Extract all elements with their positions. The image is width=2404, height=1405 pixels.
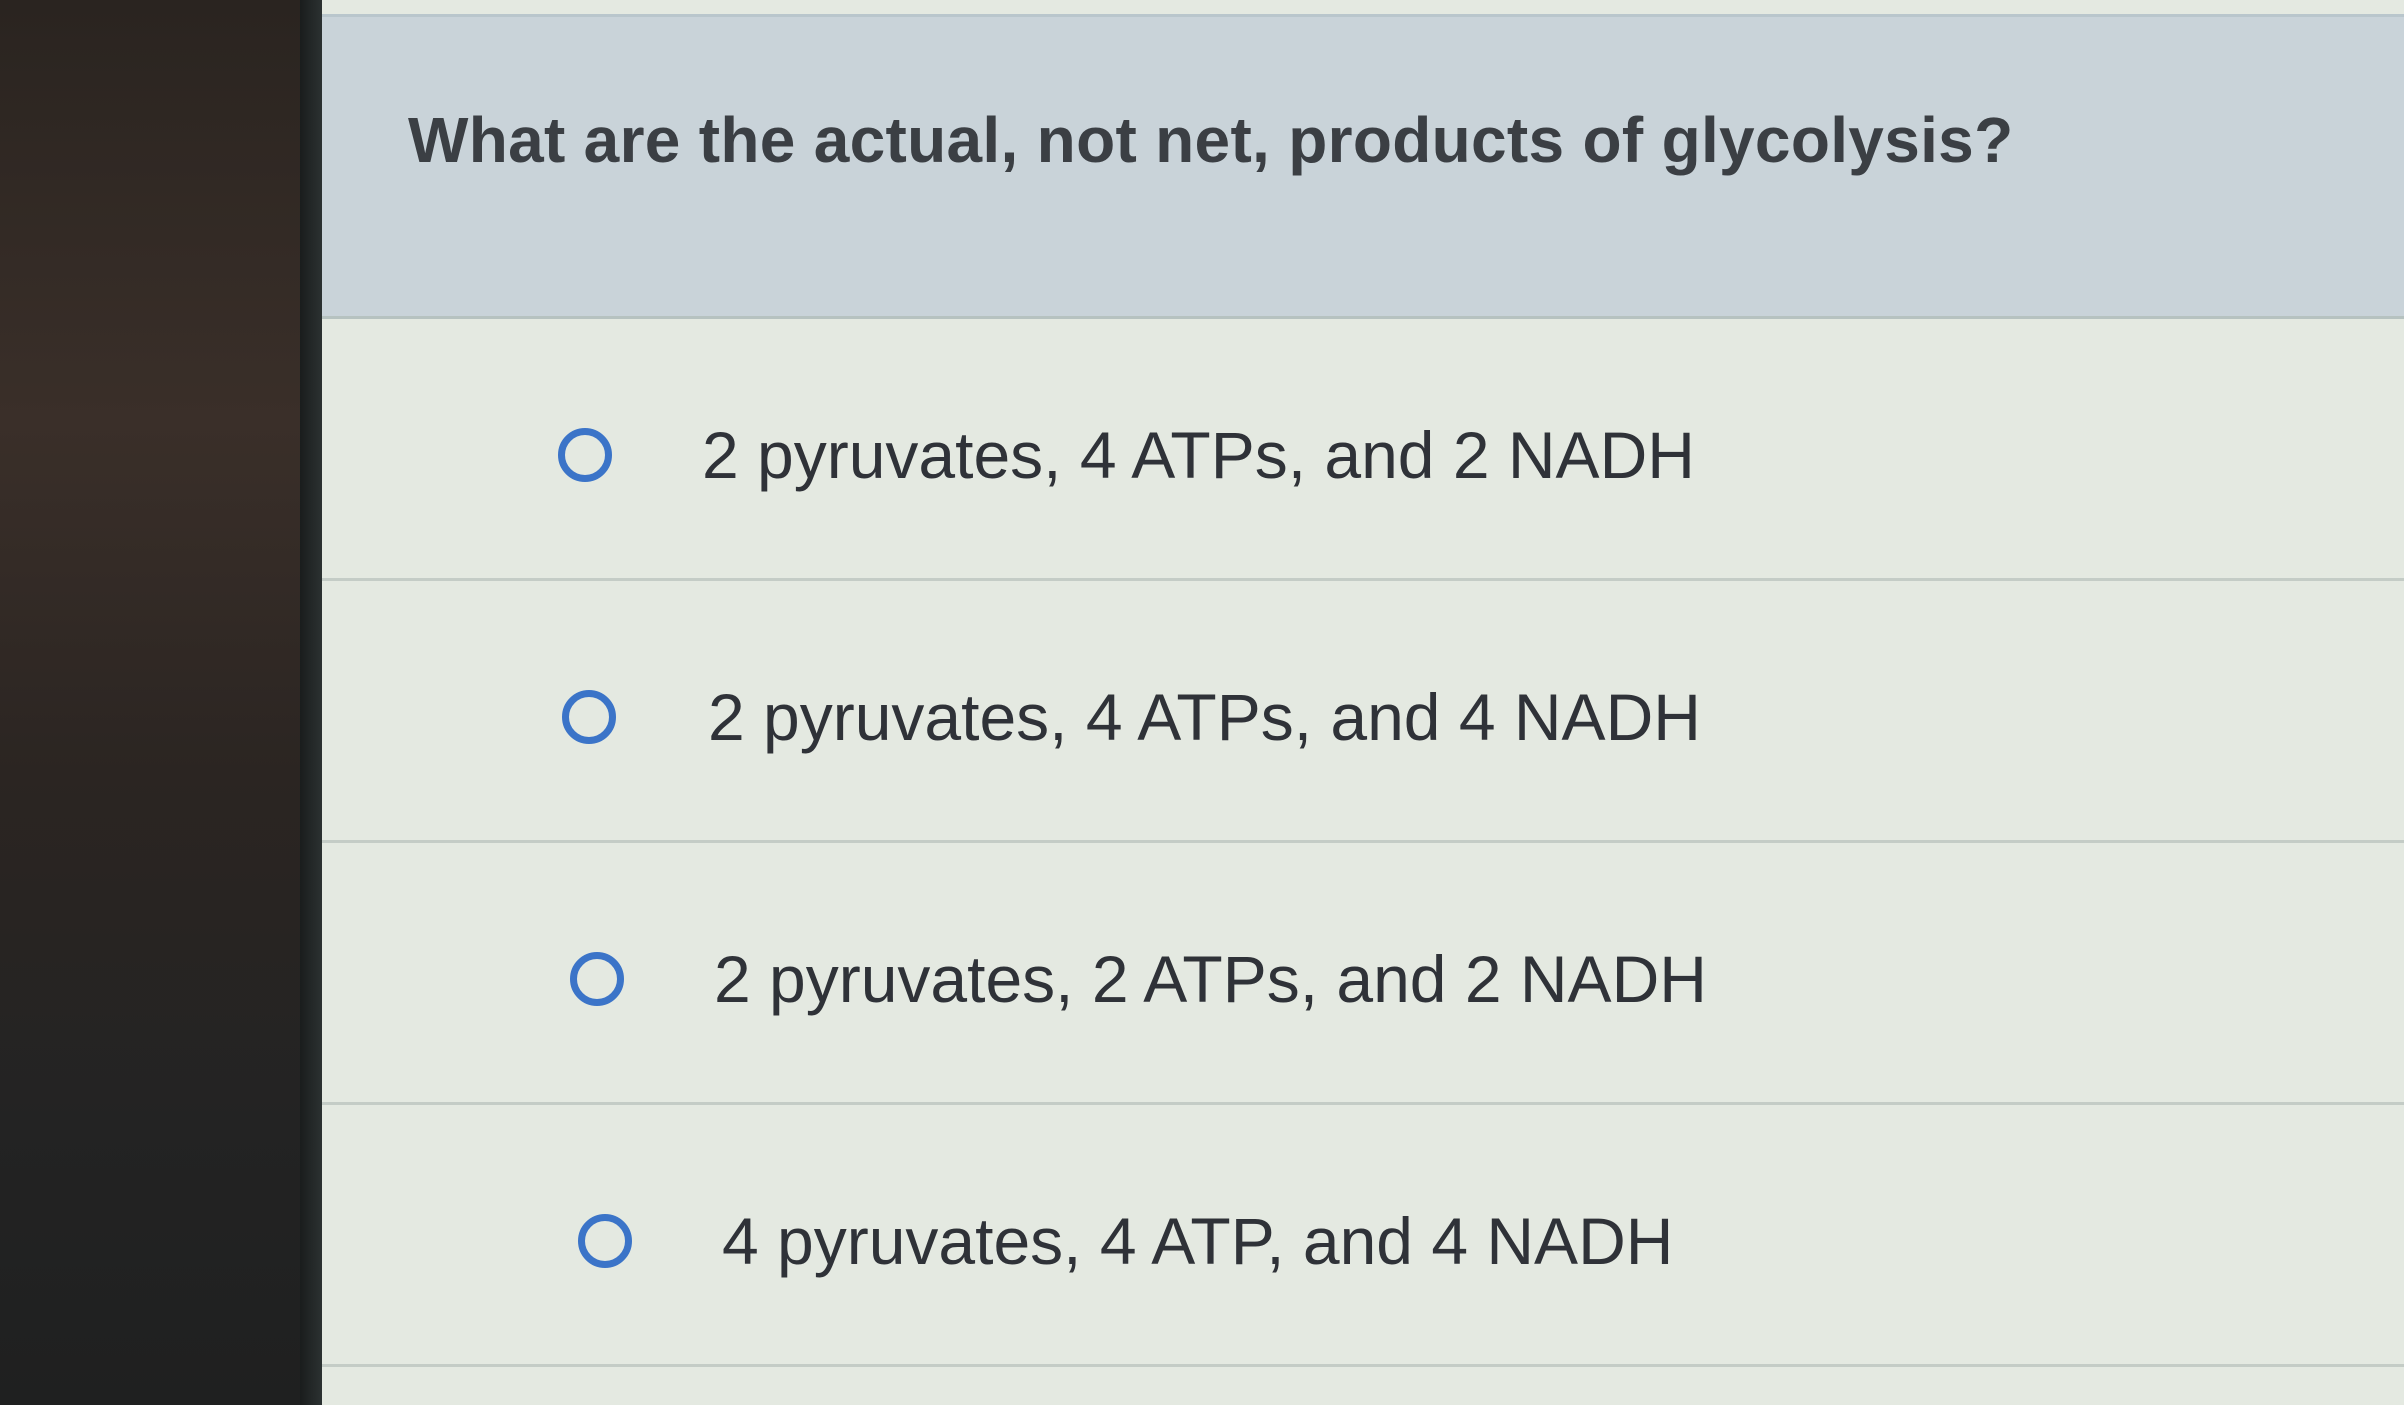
answer-option-label: 4 pyruvates, 4 ATP, and 4 NADH [722,1204,1674,1278]
quiz-screen: What are the actual, not net, products o… [322,0,2404,1405]
question-text: What are the actual, not net, products o… [408,104,2014,176]
radio-button-icon[interactable] [578,1214,632,1268]
answer-option-label: 2 pyruvates, 4 ATPs, and 4 NADH [708,680,1701,754]
answer-option-label: 2 pyruvates, 4 ATPs, and 2 NADH [702,418,1695,492]
monitor-bezel [0,0,330,1405]
answer-option-label: 2 pyruvates, 2 ATPs, and 2 NADH [714,942,1707,1016]
answer-option-2[interactable]: 2 pyruvates, 4 ATPs, and 4 NADH [322,581,2404,843]
question-panel: What are the actual, not net, products o… [322,14,2404,319]
answer-option-4[interactable]: 4 pyruvates, 4 ATP, and 4 NADH [322,1105,2404,1367]
radio-button-icon[interactable] [570,952,624,1006]
radio-button-icon[interactable] [562,690,616,744]
answer-option-1[interactable]: 2 pyruvates, 4 ATPs, and 2 NADH [322,319,2404,581]
radio-button-icon[interactable] [558,428,612,482]
answer-option-3[interactable]: 2 pyruvates, 2 ATPs, and 2 NADH [322,843,2404,1105]
answer-options: 2 pyruvates, 4 ATPs, and 2 NADH 2 pyruva… [322,319,2404,1367]
